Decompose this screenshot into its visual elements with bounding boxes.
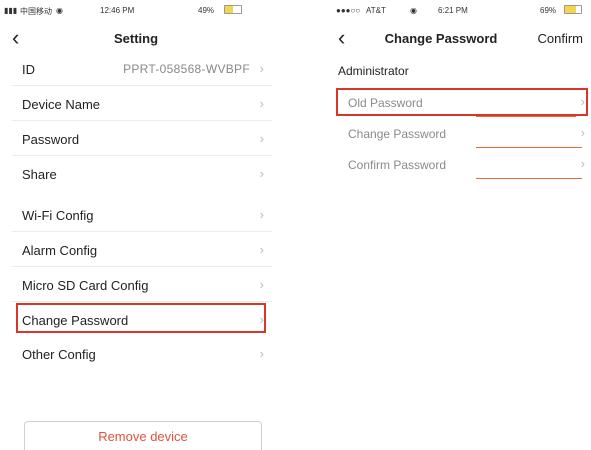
chevron-right-icon: ›	[259, 131, 264, 146]
highlight-box	[336, 88, 588, 116]
confirm-password-field[interactable]: Confirm Password ›	[336, 150, 591, 180]
nav-bar: ‹ Change Password Confirm	[326, 24, 591, 56]
field-label: Confirm Password	[348, 158, 447, 172]
divider	[12, 155, 272, 156]
wifi-icon: ◉	[56, 6, 63, 15]
battery-icon	[564, 5, 582, 14]
row-label: Password	[22, 132, 80, 147]
battery-icon	[224, 5, 242, 14]
divider	[12, 85, 272, 86]
settings-row-sd-card-config[interactable]: Micro SD Card Config ›	[0, 268, 272, 302]
row-label: Alarm Config	[22, 243, 98, 258]
battery-percent: 49%	[198, 6, 215, 15]
highlight-box	[16, 303, 266, 333]
page-title: Setting	[113, 31, 159, 46]
status-time: 12:46 PM	[100, 6, 135, 15]
chevron-right-icon: ›	[259, 346, 264, 361]
divider	[12, 120, 272, 121]
divider	[12, 231, 272, 232]
divider	[12, 301, 272, 302]
wifi-icon: ◉	[410, 6, 417, 15]
settings-screen: ▮▮▮ 中国移动 ◉ 12:46 PM 49% ‹ Setting ID PPR…	[0, 0, 272, 450]
device-id-value: PPRT-058568-WVBPF	[123, 62, 250, 76]
row-label: Other Config	[22, 347, 96, 362]
underline	[476, 178, 582, 179]
settings-row-device-name[interactable]: Device Name ›	[0, 87, 272, 121]
screen-gap	[272, 0, 326, 450]
chevron-right-icon: ›	[580, 125, 585, 140]
underline	[476, 116, 576, 117]
battery-percent: 69%	[540, 6, 557, 15]
settings-row-share[interactable]: Share ›	[0, 157, 272, 191]
carrier-label: AT&T	[366, 6, 386, 15]
confirm-button[interactable]: Confirm	[537, 31, 583, 46]
change-password-field[interactable]: Change Password ›	[336, 119, 591, 149]
settings-row-other-config[interactable]: Other Config ›	[0, 337, 272, 371]
status-bar: ●●●○○ AT&T ◉ 6:21 PM 69%	[326, 0, 591, 24]
signal-icon: ▮▮▮	[4, 6, 18, 15]
row-label: ID	[22, 62, 35, 77]
chevron-right-icon: ›	[259, 242, 264, 257]
signal-icon: ●●●○○	[336, 6, 361, 15]
status-bar: ▮▮▮ 中国移动 ◉ 12:46 PM 49%	[0, 0, 272, 24]
page-title: Change Password	[384, 31, 498, 46]
settings-row-id[interactable]: ID PPRT-058568-WVBPF ›	[0, 52, 272, 86]
row-label: Device Name	[22, 97, 101, 112]
chevron-right-icon: ›	[259, 61, 264, 76]
carrier-label: 中国移动	[20, 7, 52, 16]
chevron-right-icon: ›	[259, 207, 264, 222]
row-label: Micro SD Card Config	[22, 278, 149, 293]
divider	[12, 266, 272, 267]
row-label: Share	[22, 167, 57, 182]
back-button[interactable]: ‹	[338, 26, 345, 50]
change-password-screen: ●●●○○ AT&T ◉ 6:21 PM 69% ‹ Change Passwo…	[326, 0, 591, 450]
status-time: 6:21 PM	[438, 6, 468, 15]
row-label: Wi-Fi Config	[22, 208, 94, 223]
chevron-right-icon: ›	[259, 166, 264, 181]
settings-row-password[interactable]: Password ›	[0, 122, 272, 156]
settings-row-alarm-config[interactable]: Alarm Config ›	[0, 233, 272, 267]
settings-row-wifi-config[interactable]: Wi-Fi Config ›	[0, 198, 272, 232]
chevron-right-icon: ›	[259, 277, 264, 292]
chevron-right-icon: ›	[259, 96, 264, 111]
remove-device-button[interactable]: Remove device	[24, 421, 262, 450]
field-label: Change Password	[348, 127, 447, 141]
chevron-right-icon: ›	[580, 156, 585, 171]
underline	[476, 147, 582, 148]
section-heading: Administrator	[338, 64, 409, 78]
